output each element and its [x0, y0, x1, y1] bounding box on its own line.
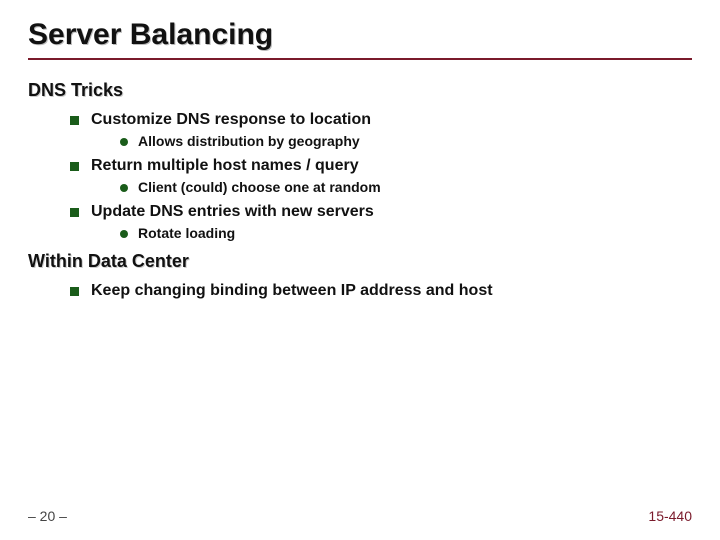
list-item: Return multiple host names / query — [70, 157, 692, 175]
circle-bullet-icon — [120, 184, 128, 192]
square-bullet-icon — [70, 116, 79, 125]
page-number: – 20 – — [28, 508, 67, 524]
title-rule — [28, 58, 692, 60]
list-item: Update DNS entries with new servers — [70, 203, 692, 221]
square-bullet-icon — [70, 208, 79, 217]
course-number: 15-440 — [648, 508, 692, 524]
list-item-text: Update DNS entries with new servers — [91, 203, 374, 221]
circle-bullet-icon — [120, 138, 128, 146]
slide-footer: – 20 – 15-440 — [28, 508, 692, 524]
sub-list-item: Client (could) choose one at random — [120, 179, 692, 195]
list-item-text: Keep changing binding between IP address… — [91, 282, 493, 300]
list-item: Keep changing binding between IP address… — [70, 282, 692, 300]
sub-list-item-text: Client (could) choose one at random — [138, 179, 381, 195]
slide-title: Server Balancing — [28, 18, 692, 52]
square-bullet-icon — [70, 162, 79, 171]
sub-list-item: Allows distribution by geography — [120, 133, 692, 149]
list-item: Customize DNS response to location — [70, 111, 692, 129]
sub-list-item-text: Allows distribution by geography — [138, 133, 360, 149]
section-heading: DNS Tricks — [28, 80, 692, 101]
list-item-text: Return multiple host names / query — [91, 157, 359, 175]
list-item-text: Customize DNS response to location — [91, 111, 371, 129]
square-bullet-icon — [70, 287, 79, 296]
section-heading: Within Data Center — [28, 251, 692, 272]
sub-list-item: Rotate loading — [120, 225, 692, 241]
circle-bullet-icon — [120, 230, 128, 238]
sub-list-item-text: Rotate loading — [138, 225, 235, 241]
